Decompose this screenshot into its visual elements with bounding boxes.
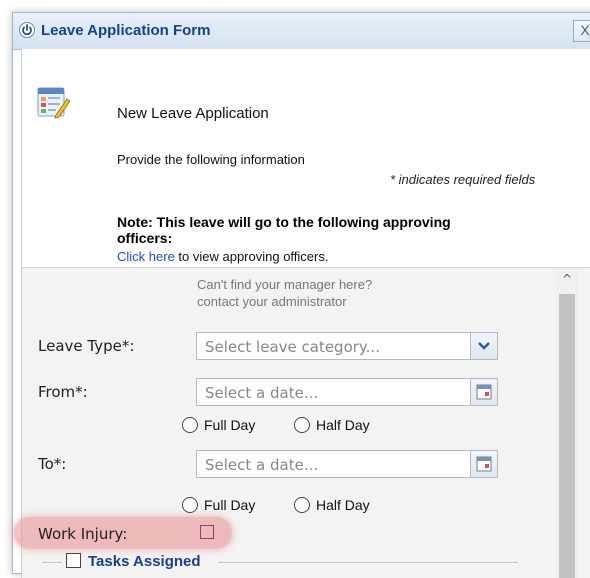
radio-circle bbox=[294, 417, 310, 433]
from-full-day-radio[interactable]: Full Day bbox=[182, 417, 255, 433]
to-date-field[interactable]: Select a date... bbox=[196, 450, 498, 478]
vertical-scrollbar[interactable]: ^ bbox=[556, 268, 578, 578]
instruction-text: Provide the following information bbox=[117, 152, 305, 167]
close-button[interactable]: X bbox=[573, 20, 590, 42]
manager-help-text: Can't find your manager here? contact yo… bbox=[197, 276, 457, 310]
chevron-down-icon[interactable] bbox=[470, 333, 497, 359]
form-edit-icon bbox=[36, 85, 71, 119]
form-header: New Leave Application Provide the follow… bbox=[21, 49, 590, 267]
radio-circle bbox=[294, 497, 310, 513]
tasks-assigned-legend: Tasks Assigned bbox=[88, 553, 201, 570]
leave-type-combobox[interactable]: Select leave category... bbox=[196, 332, 498, 360]
from-label: From*: bbox=[38, 383, 88, 401]
work-injury-label: Work Injury: bbox=[38, 525, 128, 543]
approving-officers-note: Note: This leave will go to the followin… bbox=[117, 214, 517, 246]
to-half-day-radio[interactable]: Half Day bbox=[294, 497, 370, 513]
calendar-icon[interactable] bbox=[470, 451, 497, 477]
from-half-day-radio[interactable]: Half Day bbox=[294, 417, 370, 433]
form-body: Can't find your manager here? contact yo… bbox=[14, 267, 590, 578]
to-full-day-radio[interactable]: Full Day bbox=[182, 497, 255, 513]
leave-application-window: Leave Application Form X New Leave Appli… bbox=[12, 12, 590, 578]
to-label: To*: bbox=[38, 455, 67, 473]
power-icon bbox=[19, 22, 35, 38]
window-titlebar: Leave Application Form X bbox=[13, 13, 590, 50]
leave-type-placeholder: Select leave category... bbox=[205, 338, 380, 356]
click-here-suffix: to view approving officers. bbox=[174, 249, 329, 264]
from-date-placeholder: Select a date... bbox=[205, 384, 319, 402]
leave-type-label: Leave Type*: bbox=[38, 337, 135, 355]
form-heading: New Leave Application bbox=[117, 105, 269, 122]
help-line-2: contact your administrator bbox=[197, 294, 347, 309]
work-injury-checkbox[interactable] bbox=[200, 525, 214, 539]
calendar-icon[interactable] bbox=[470, 379, 497, 405]
radio-label: Full Day bbox=[204, 417, 256, 433]
radio-circle bbox=[182, 497, 198, 513]
view-officers-text: Click here to view approving officers. bbox=[117, 249, 328, 264]
tasks-assigned-checkbox[interactable] bbox=[66, 553, 81, 568]
note-line-2: officers: bbox=[117, 230, 173, 246]
radio-circle bbox=[182, 417, 198, 433]
radio-label: Half Day bbox=[316, 497, 370, 513]
help-line-1: Can't find your manager here? bbox=[197, 277, 373, 292]
note-line-1: Note: This leave will go to the followin… bbox=[117, 214, 451, 230]
from-date-field[interactable]: Select a date... bbox=[196, 378, 498, 406]
window-title: Leave Application Form bbox=[41, 22, 211, 39]
radio-label: Half Day bbox=[316, 417, 370, 433]
click-here-link[interactable]: Click here bbox=[117, 249, 175, 264]
required-fields-note: * indicates required fields bbox=[390, 172, 536, 187]
scrollbar-thumb[interactable] bbox=[559, 294, 575, 578]
scroll-up-icon[interactable]: ^ bbox=[556, 268, 578, 290]
to-date-placeholder: Select a date... bbox=[205, 456, 319, 474]
radio-label: Full Day bbox=[204, 497, 256, 513]
